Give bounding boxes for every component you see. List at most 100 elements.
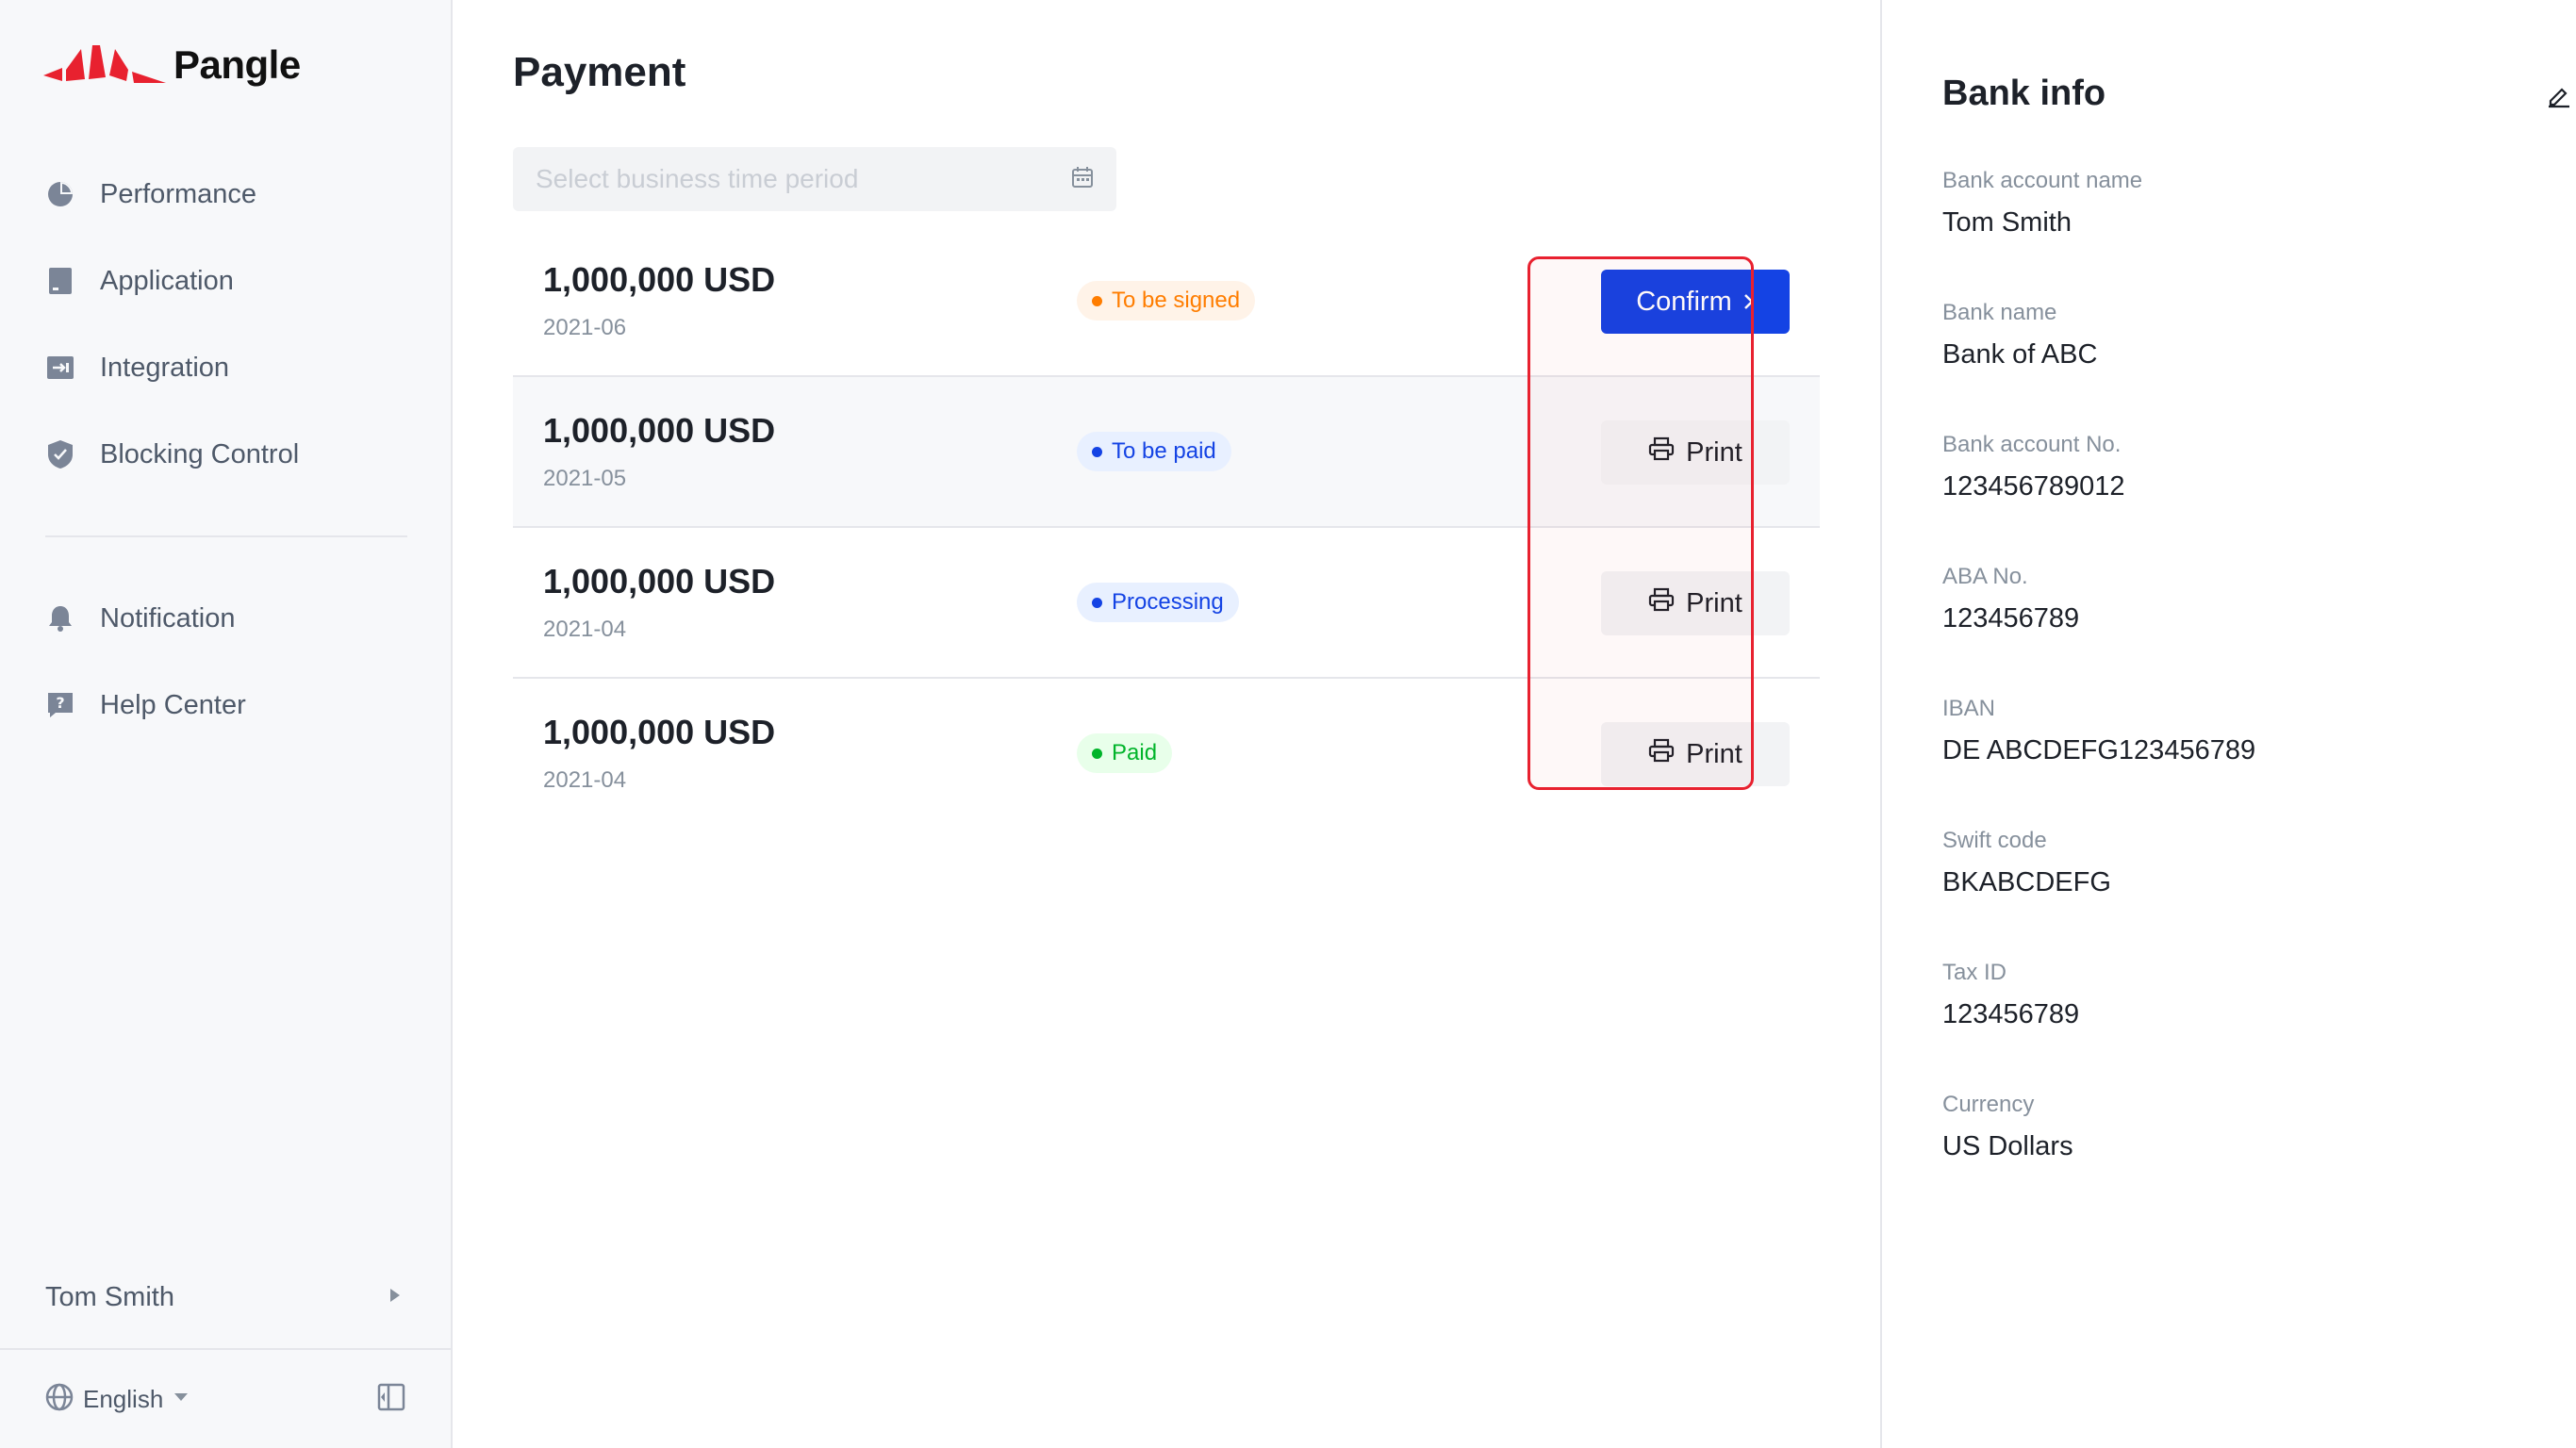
application-icon bbox=[45, 266, 75, 296]
field-value: BKABCDEFG bbox=[1942, 867, 2111, 897]
status-badge: To be paid bbox=[1077, 432, 1231, 471]
sidebar-item-integration[interactable]: Integration bbox=[0, 324, 453, 411]
sidebar-item-label: Help Center bbox=[100, 689, 246, 720]
payment-row: 1,000,000 USD 2021-05 To be paid Print bbox=[513, 377, 1820, 528]
payment-amount: 1,000,000 USD bbox=[543, 411, 776, 450]
payment-row: 1,000,000 USD 2021-04 Paid Print bbox=[513, 679, 1820, 830]
app-root: Pangle Performance Application Integrati… bbox=[0, 0, 2576, 1448]
page-title: Payment bbox=[513, 49, 686, 95]
logo[interactable]: Pangle bbox=[43, 41, 301, 89]
print-button[interactable]: Print bbox=[1601, 571, 1790, 635]
shield-icon bbox=[45, 439, 75, 469]
date-picker-placeholder: Select business time period bbox=[536, 164, 859, 193]
payment-period: 2021-04 bbox=[543, 767, 627, 793]
status-badge: Paid bbox=[1077, 733, 1173, 773]
sidebar-item-label: Performance bbox=[100, 178, 257, 209]
field-value: US Dollars bbox=[1942, 1131, 2073, 1161]
sidebar-divider bbox=[45, 535, 407, 537]
status-text: Paid bbox=[1112, 740, 1158, 765]
bank-info-title: Bank info bbox=[1942, 74, 2106, 113]
field-label: Currency bbox=[1942, 1092, 2035, 1117]
caret-right-icon bbox=[388, 1287, 402, 1308]
sidebar-item-performance[interactable]: Performance bbox=[0, 151, 453, 238]
sidebar-footer: English bbox=[0, 1348, 451, 1448]
status-text: To be paid bbox=[1112, 438, 1216, 464]
sidebar-item-help-center[interactable]: ? Help Center bbox=[0, 662, 453, 749]
sidebar-item-label: Integration bbox=[100, 352, 230, 383]
sidebar: Pangle Performance Application Integrati… bbox=[0, 0, 453, 1448]
field-tax-id: Tax ID 123456789 bbox=[1942, 960, 2527, 1092]
main-content: Payment Select business time period 1,00… bbox=[453, 0, 1880, 1448]
field-value: Tom Smith bbox=[1942, 207, 2072, 238]
field-value: 123456789 bbox=[1942, 999, 2080, 1029]
confirm-button[interactable]: Confirm bbox=[1601, 270, 1790, 334]
collapse-sidebar-icon[interactable] bbox=[377, 1383, 405, 1416]
field-iban: IBAN DE ABCDEFG123456789 bbox=[1942, 696, 2527, 828]
edit-icon[interactable] bbox=[2542, 79, 2576, 113]
payment-list: 1,000,000 USD 2021-06 To be signed Confi… bbox=[513, 226, 1820, 830]
printer-icon bbox=[1648, 738, 1675, 770]
logo-text: Pangle bbox=[173, 42, 301, 87]
printer-icon bbox=[1648, 587, 1675, 619]
print-button-label: Print bbox=[1686, 738, 1742, 769]
sidebar-item-blocking-control[interactable]: Blocking Control bbox=[0, 411, 453, 498]
payment-period: 2021-05 bbox=[543, 466, 627, 491]
field-value: 123456789012 bbox=[1942, 471, 2125, 502]
globe-icon bbox=[45, 1383, 74, 1416]
status-dot bbox=[1092, 748, 1102, 759]
svg-text:?: ? bbox=[56, 694, 64, 712]
user-name: Tom Smith bbox=[45, 1281, 174, 1312]
caret-down-icon bbox=[173, 1390, 190, 1407]
status-badge: To be signed bbox=[1077, 281, 1256, 321]
field-value: DE ABCDEFG123456789 bbox=[1942, 735, 2256, 765]
payment-row: 1,000,000 USD 2021-06 To be signed Confi… bbox=[513, 226, 1820, 377]
print-button[interactable]: Print bbox=[1601, 722, 1790, 786]
field-label: Tax ID bbox=[1942, 960, 2007, 985]
field-label: Swift code bbox=[1942, 828, 2047, 853]
sidebar-item-label: Blocking Control bbox=[100, 438, 300, 469]
field-label: ABA No. bbox=[1942, 564, 2028, 589]
date-range-picker[interactable]: Select business time period bbox=[513, 147, 1116, 211]
field-label: Bank account No. bbox=[1942, 432, 2122, 457]
integration-icon bbox=[45, 353, 75, 383]
field-bank-account-name: Bank account name Tom Smith bbox=[1942, 168, 2527, 300]
field-label: IBAN bbox=[1942, 696, 1996, 721]
sidebar-item-label: Notification bbox=[100, 602, 236, 634]
field-value: Bank of ABC bbox=[1942, 339, 2098, 370]
field-swift-code: Swift code BKABCDEFG bbox=[1942, 828, 2527, 960]
payment-period: 2021-06 bbox=[543, 315, 627, 340]
field-bank-name: Bank name Bank of ABC bbox=[1942, 300, 2527, 432]
status-badge: Processing bbox=[1077, 583, 1239, 622]
user-menu[interactable]: Tom Smith bbox=[45, 1275, 402, 1320]
field-aba-no: ABA No. 123456789 bbox=[1942, 564, 2527, 696]
sidebar-item-application[interactable]: Application bbox=[0, 238, 453, 324]
bell-icon bbox=[45, 603, 75, 634]
field-currency: Currency US Dollars bbox=[1942, 1092, 2527, 1224]
payment-period: 2021-04 bbox=[543, 617, 627, 642]
payment-amount: 1,000,000 USD bbox=[543, 713, 776, 751]
field-value: 123456789 bbox=[1942, 603, 2080, 634]
printer-icon bbox=[1648, 436, 1675, 469]
status-text: To be signed bbox=[1112, 288, 1241, 313]
status-text: Processing bbox=[1112, 589, 1224, 615]
payment-amount: 1,000,000 USD bbox=[543, 562, 776, 601]
status-dot bbox=[1092, 446, 1102, 457]
sidebar-item-notification[interactable]: Notification bbox=[0, 575, 453, 662]
status-dot bbox=[1092, 295, 1102, 306]
field-label: Bank name bbox=[1942, 300, 2057, 325]
language-selector[interactable]: English bbox=[45, 1383, 190, 1416]
pie-chart-icon bbox=[45, 179, 75, 209]
print-button-label: Print bbox=[1686, 436, 1742, 468]
bank-info-fields: Bank account name Tom Smith Bank name Ba… bbox=[1942, 168, 2527, 1224]
pangle-logo-icon bbox=[43, 45, 166, 83]
payment-amount: 1,000,000 USD bbox=[543, 260, 776, 299]
help-icon: ? bbox=[45, 690, 75, 720]
print-button[interactable]: Print bbox=[1601, 420, 1790, 485]
field-label: Bank account name bbox=[1942, 168, 2143, 193]
confirm-button-label: Confirm bbox=[1636, 286, 1732, 317]
field-bank-account-no: Bank account No. 123456789012 bbox=[1942, 432, 2527, 564]
bank-info-panel: Bank info Bank account name Tom Smith Ba… bbox=[1880, 0, 2576, 1448]
sidebar-nav: Performance Application Integration Bloc… bbox=[0, 151, 453, 749]
print-button-label: Print bbox=[1686, 587, 1742, 618]
language-label: English bbox=[83, 1384, 164, 1413]
